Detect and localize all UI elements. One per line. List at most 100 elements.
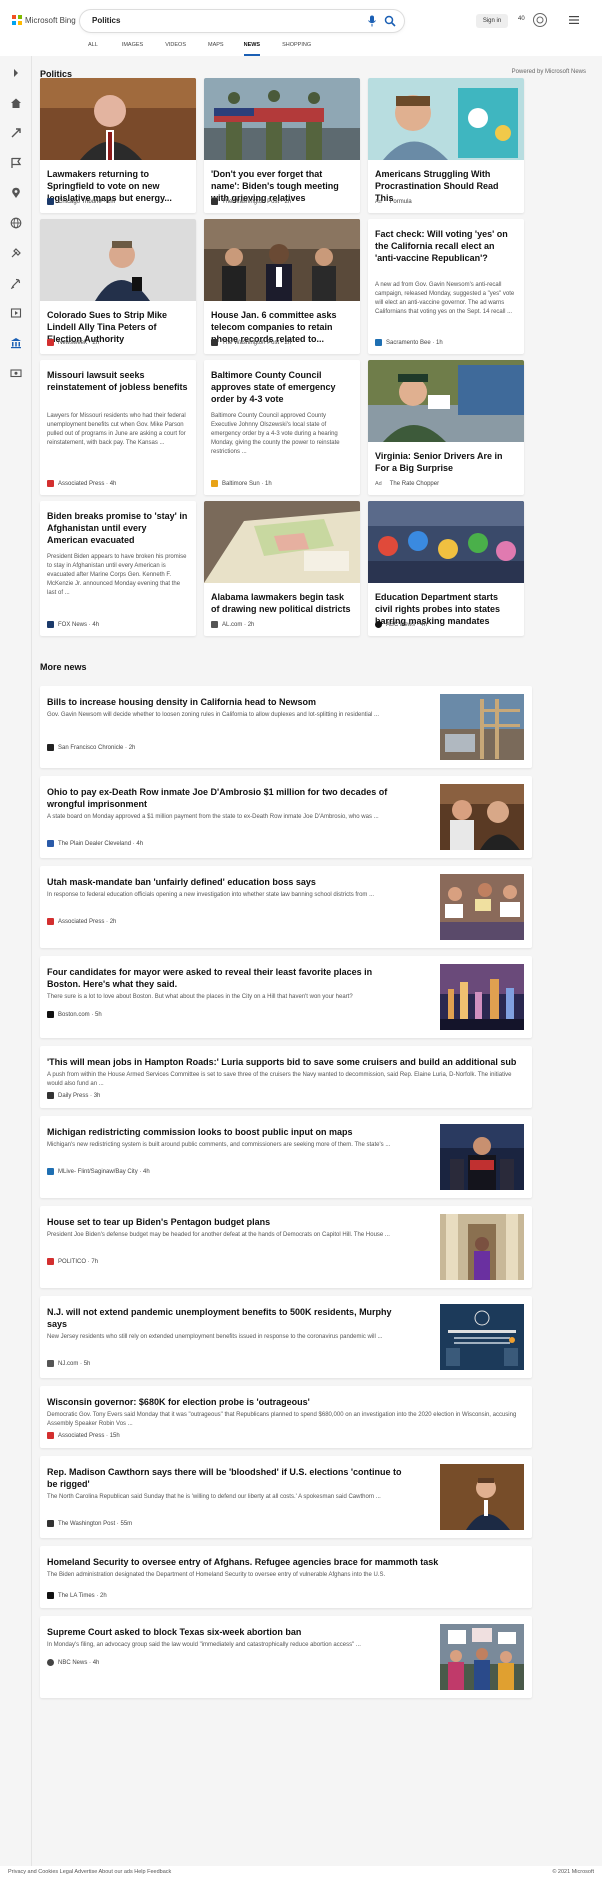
news-title[interactable]: Four candidates for mayor were asked to …	[47, 966, 402, 990]
card-title[interactable]: Biden breaks promise to 'stay' in Afghan…	[47, 510, 189, 546]
news-title[interactable]: 'This will mean jobs in Hampton Roads:' …	[47, 1056, 527, 1068]
news-thumbnail	[440, 1124, 524, 1190]
source-logo-icon	[47, 1520, 54, 1527]
news-card[interactable]: Colorado Sues to Strip Mike Lindell Ally…	[40, 219, 196, 354]
news-title[interactable]: House set to tear up Biden's Pentagon bu…	[47, 1216, 417, 1228]
source-logo-icon	[47, 1011, 54, 1018]
card-title[interactable]: Virginia: Senior Drivers Are in For a Bi…	[375, 450, 517, 474]
news-title[interactable]: Rep. Madison Cawthorn says there will be…	[47, 1466, 402, 1490]
search-input[interactable]: Politics	[92, 16, 120, 25]
tools-icon[interactable]	[10, 247, 22, 259]
card-snippet: A new ad from Gov. Gavin Newsom's anti-r…	[375, 282, 515, 315]
news-snippet: The North Carolina Republican said Sunda…	[47, 1494, 381, 1500]
source-logo-icon	[47, 918, 54, 925]
news-list-item[interactable]: Homeland Security to oversee entry of Af…	[40, 1546, 532, 1608]
tab-all[interactable]: ALL	[88, 36, 98, 56]
news-source: POLITICO · 7h	[47, 1258, 98, 1265]
tab-shopping[interactable]: SHOPPING	[282, 36, 311, 56]
card-source: Newsweek · 2h	[47, 339, 99, 346]
news-snippet: Michigan's new redistricting system is b…	[47, 1142, 391, 1148]
tab-maps[interactable]: MAPS	[208, 36, 224, 56]
money-icon[interactable]	[10, 367, 22, 379]
sign-in-button[interactable]: Sign in	[476, 14, 508, 28]
news-title[interactable]: Utah mask-mandate ban 'unfairly defined'…	[47, 876, 417, 888]
news-card[interactable]: Missouri lawsuit seeks reinstatement of …	[40, 360, 196, 495]
microphone-icon[interactable]	[367, 15, 377, 27]
news-title[interactable]: Wisconsin governor: $680K for election p…	[47, 1396, 527, 1408]
news-list-item[interactable]: Utah mask-mandate ban 'unfairly defined'…	[40, 866, 532, 948]
news-title[interactable]: Michigan redistricting commission looks …	[47, 1126, 417, 1138]
ad-card[interactable]: Virginia: Senior Drivers Are in For a Bi…	[368, 360, 524, 495]
news-list-item[interactable]: Supreme Court asked to block Texas six-w…	[40, 1616, 532, 1698]
news-card[interactable]: Biden breaks promise to 'stay' in Afghan…	[40, 501, 196, 636]
card-source: AL.com · 2h	[211, 621, 254, 628]
news-list-item[interactable]: Four candidates for mayor were asked to …	[40, 956, 532, 1038]
tab-images[interactable]: IMAGES	[122, 36, 143, 56]
news-card[interactable]: House Jan. 6 committee asks telecom comp…	[204, 219, 360, 354]
card-image	[204, 78, 360, 160]
source-logo-icon	[47, 840, 54, 847]
brand-name: Microsoft Bing	[25, 15, 76, 25]
card-title[interactable]: Missouri lawsuit seeks reinstatement of …	[47, 369, 189, 393]
news-list-item[interactable]: Wisconsin governor: $680K for election p…	[40, 1386, 532, 1448]
news-card[interactable]: Baltimore County Council approves state …	[204, 360, 360, 495]
expand-sidebar-icon[interactable]	[10, 67, 22, 79]
source-logo-icon	[47, 339, 54, 346]
card-source: Ad The Rate Chopper	[375, 481, 440, 487]
news-snippet: Democratic Gov. Tony Evers said Monday t…	[47, 1412, 517, 1427]
source-logo-icon	[47, 1360, 54, 1367]
search-box[interactable]: Politics	[80, 10, 404, 32]
source-logo-icon	[47, 1168, 54, 1175]
tab-news[interactable]: NEWS	[243, 36, 260, 56]
news-list-item[interactable]: 'This will mean jobs in Hampton Roads:' …	[40, 1046, 532, 1108]
rewards-icon[interactable]	[532, 12, 548, 28]
news-card[interactable]: Fact check: Will voting 'yes' on the Cal…	[368, 219, 524, 354]
news-title[interactable]: N.J. will not extend pandemic unemployme…	[47, 1306, 402, 1330]
news-list-item[interactable]: Michigan redistricting commission looks …	[40, 1116, 532, 1198]
hamburger-menu-icon[interactable]	[569, 16, 579, 24]
footer-links[interactable]: Privacy and Cookies Legal Advertise Abou…	[8, 1869, 171, 1875]
card-title[interactable]: Baltimore County Council approves state …	[211, 369, 353, 405]
trending-icon[interactable]	[10, 127, 22, 139]
sidebar	[0, 56, 32, 1879]
news-list-item[interactable]: N.J. will not extend pandemic unemployme…	[40, 1296, 532, 1378]
source-logo-icon	[211, 480, 218, 487]
news-title[interactable]: Ohio to pay ex-Death Row inmate Joe D'Am…	[47, 786, 402, 810]
source-logo-icon	[47, 1092, 54, 1099]
source-logo-icon	[47, 198, 54, 205]
source-logo-icon	[47, 621, 54, 628]
card-source: Ad Formula	[375, 199, 412, 205]
news-list-item[interactable]: Ohio to pay ex-Death Row inmate Joe D'Am…	[40, 776, 532, 858]
news-source: The Plain Dealer Cleveland · 4h	[47, 840, 143, 847]
flag-icon[interactable]	[10, 157, 22, 169]
source-logo-icon	[47, 1432, 54, 1439]
tab-videos[interactable]: VIDEOS	[165, 36, 186, 56]
card-title[interactable]: Alabama lawmakers begin task of drawing …	[211, 591, 353, 615]
search-icon[interactable]	[384, 15, 396, 27]
globe-icon[interactable]	[10, 217, 22, 229]
news-card[interactable]: Lawmakers returning to Springfield to vo…	[40, 78, 196, 213]
card-image	[204, 219, 360, 301]
news-list-item[interactable]: Bills to increase housing density in Cal…	[40, 686, 532, 768]
news-card[interactable]: Education Department starts civil rights…	[368, 501, 524, 636]
politics-building-icon[interactable]	[10, 337, 22, 349]
card-source: The Washington Post · 2h	[211, 339, 291, 346]
news-card[interactable]: Alabama lawmakers begin task of drawing …	[204, 501, 360, 636]
news-thumbnail	[440, 784, 524, 850]
ad-card[interactable]: Americans Struggling With Procrastinatio…	[368, 78, 524, 213]
news-title[interactable]: Homeland Security to oversee entry of Af…	[47, 1556, 527, 1568]
rocket-icon[interactable]	[10, 277, 22, 289]
location-pin-icon[interactable]	[10, 187, 22, 199]
card-title[interactable]: Fact check: Will voting 'yes' on the Cal…	[375, 228, 517, 264]
bing-logo[interactable]: Microsoft Bing	[12, 15, 76, 25]
home-icon[interactable]	[10, 97, 22, 109]
news-title[interactable]: Supreme Court asked to block Texas six-w…	[47, 1626, 417, 1638]
news-thumbnail	[440, 1464, 524, 1530]
news-thumbnail	[440, 1624, 524, 1690]
news-list-item[interactable]: House set to tear up Biden's Pentagon bu…	[40, 1206, 532, 1288]
news-card[interactable]: 'Don't you ever forget that name': Biden…	[204, 78, 360, 213]
news-list-item[interactable]: Rep. Madison Cawthorn says there will be…	[40, 1456, 532, 1538]
card-source: The Washington Post · 2h	[211, 198, 291, 205]
video-icon[interactable]	[10, 307, 22, 319]
news-title[interactable]: Bills to increase housing density in Cal…	[47, 696, 417, 708]
